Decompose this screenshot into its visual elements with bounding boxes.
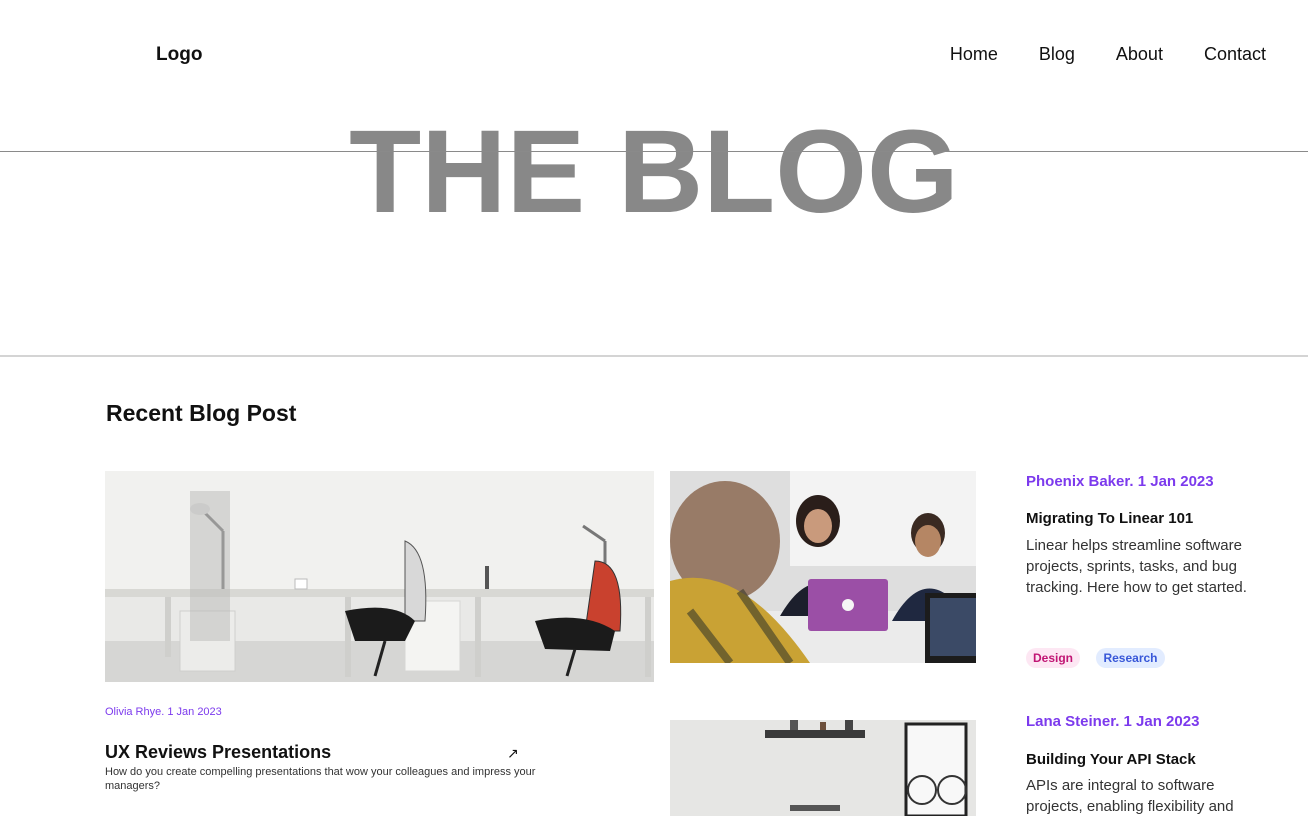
nav-contact[interactable]: Contact: [1204, 44, 1266, 65]
nav-about[interactable]: About: [1116, 44, 1163, 65]
nav-home[interactable]: Home: [950, 44, 998, 65]
featured-post-image[interactable]: [105, 471, 654, 682]
logo[interactable]: Logo: [156, 44, 202, 66]
post-excerpt-1: Linear helps streamline software project…: [1026, 537, 1247, 596]
post-tags-1: Design Research: [1026, 648, 1177, 668]
post-excerpt-2: APIs are integral to software projects, …: [1026, 777, 1234, 815]
hero-divider-bottom: [0, 355, 1308, 357]
featured-post-title[interactable]: UX Reviews Presentations: [105, 742, 331, 763]
post-meta-2: Lana Steiner. 1 Jan 2023: [1026, 713, 1200, 730]
featured-post-meta: Olivia Rhye. 1 Jan 2023: [105, 706, 222, 718]
post-meta-1: Phoenix Baker. 1 Jan 2023: [1026, 473, 1214, 490]
section-title: Recent Blog Post: [106, 400, 297, 426]
hero-title: THE BLOG: [349, 106, 959, 238]
main-nav: Home Blog About Contact: [950, 44, 1266, 65]
tag-design[interactable]: Design: [1026, 648, 1081, 668]
post-title-1[interactable]: Migrating To Linear 101: [1026, 510, 1193, 527]
hero-divider-top: [0, 151, 1308, 152]
nav-blog[interactable]: Blog: [1039, 44, 1075, 65]
tag-research[interactable]: Research: [1096, 648, 1165, 668]
post-image-meeting[interactable]: [670, 471, 976, 663]
post-title-2[interactable]: Building Your API Stack: [1026, 751, 1196, 768]
featured-post-excerpt: How do you create compelling presentatio…: [105, 766, 536, 793]
arrow-up-right-icon[interactable]: ↗: [507, 745, 519, 762]
post-image-shelf[interactable]: [670, 720, 976, 816]
